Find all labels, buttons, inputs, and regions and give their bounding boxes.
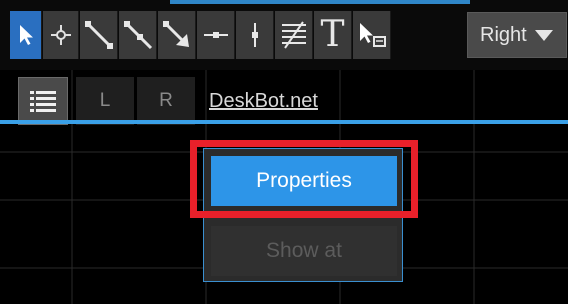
text-tool-button[interactable]: T [314,11,352,59]
arrow-line-icon [162,21,189,47]
cursor-arrow-icon [19,25,33,45]
trend-line-icon [84,21,113,49]
crosshair-tool-button[interactable] [43,11,79,59]
dropdown-value: Right [480,23,527,46]
chart-shift-dropdown[interactable]: Right [467,12,567,58]
selected-horizontal-line[interactable] [0,120,568,124]
vertical-line-icon [251,23,258,47]
vertical-line-tool-button[interactable] [236,11,274,59]
horizontal-line-icon [203,32,228,38]
site-link[interactable]: DeskBot.net [209,90,318,113]
object-list-button[interactable] [18,77,68,125]
chevron-down-icon [534,29,553,41]
horizontal-line-tool-button[interactable] [197,11,235,59]
fibonacci-tool-button[interactable] [275,11,313,59]
right-button[interactable]: R [137,77,195,125]
fibonacci-lines-icon [281,21,306,49]
cursor-label-icon [359,23,386,47]
trend-line-tool-button[interactable] [80,11,118,59]
drawing-toolbar: T Right [0,0,568,70]
crosshair-icon [50,25,71,45]
annotation-highlight-box [190,140,418,218]
arrow-line-tool-button[interactable] [158,11,196,59]
label-tool-button[interactable] [353,11,391,59]
text-icon: T [320,14,345,55]
list-icon [30,91,56,112]
show-at-menu-item[interactable]: Show at [211,226,397,276]
left-button[interactable]: L [76,77,134,125]
toolbar-top-strip [170,0,470,4]
pointer-tool-button[interactable] [10,11,42,59]
ray-icon [123,21,152,50]
ray-tool-button[interactable] [119,11,157,59]
